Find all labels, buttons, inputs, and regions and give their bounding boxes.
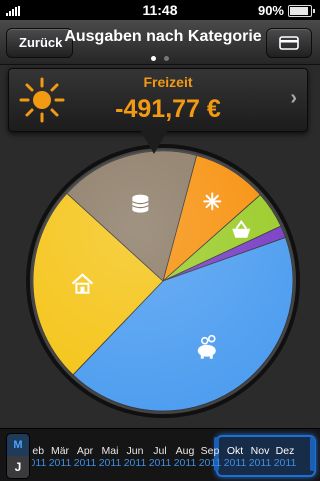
timeline-bar: M J Feb2011Mär2011Apr2011Mai2011Jun2011J… bbox=[0, 428, 320, 481]
timeline-month[interactable]: Nov 2011 bbox=[247, 445, 273, 469]
timeline-month[interactable]: Aug 2011 bbox=[172, 445, 198, 469]
month-label: Sep bbox=[200, 445, 220, 457]
timeline-month[interactable]: Jun 2011 bbox=[122, 445, 148, 469]
timeline-month[interactable]: Okt 2011 bbox=[222, 445, 248, 469]
year-label: 2011 bbox=[48, 457, 72, 469]
month-toggle[interactable]: M bbox=[7, 434, 29, 456]
month-label: Apr bbox=[76, 445, 94, 457]
month-label: Mär bbox=[50, 445, 70, 457]
timeline-month[interactable]: Jul 2011 bbox=[147, 445, 173, 469]
year-label: 2011 bbox=[73, 457, 97, 469]
year-label: 2011 bbox=[173, 457, 197, 469]
timeline-month[interactable]: Mär 2011 bbox=[47, 445, 73, 469]
year-label: 2011 bbox=[98, 457, 122, 469]
month-label: Aug bbox=[175, 445, 195, 457]
card-pointer bbox=[139, 128, 169, 154]
month-label: Jun bbox=[126, 445, 144, 457]
year-label: 2011 bbox=[248, 457, 272, 469]
coins-icon bbox=[132, 194, 149, 213]
month-timeline[interactable]: Feb2011Mär2011Apr2011Mai2011Jun2011Jul20… bbox=[32, 429, 320, 481]
month-label: Jul bbox=[153, 445, 167, 457]
period-toggle[interactable]: M J bbox=[6, 433, 30, 479]
year-label: 2011 bbox=[273, 457, 297, 469]
year-label: 2011 bbox=[223, 457, 247, 469]
month-label: Mai bbox=[101, 445, 119, 457]
category-amount: -491,77 € bbox=[115, 95, 221, 123]
timeline-month[interactable]: Feb2011 bbox=[32, 445, 48, 469]
month-label: Dez bbox=[275, 445, 295, 457]
category-name: Freizeit bbox=[143, 74, 193, 90]
sun-icon bbox=[19, 77, 65, 123]
chevron-right-icon[interactable]: › bbox=[290, 87, 297, 110]
year-label: 2011 bbox=[198, 457, 222, 469]
year-label: 2011 bbox=[32, 457, 47, 469]
month-label: Feb bbox=[32, 445, 45, 457]
timeline-month[interactable]: Mai 2011 bbox=[97, 445, 123, 469]
year-label: 2011 bbox=[123, 457, 147, 469]
timeline-month[interactable]: Dez 2011 bbox=[272, 445, 298, 469]
month-label: Okt bbox=[226, 445, 244, 457]
month-label: Nov bbox=[250, 445, 270, 457]
timeline-month[interactable]: Apr 2011 bbox=[72, 445, 98, 469]
timeline-month[interactable]: Sep 2011 bbox=[197, 445, 223, 469]
category-summary-card[interactable]: Freizeit -491,77 € › bbox=[8, 68, 308, 132]
burst-icon bbox=[203, 192, 222, 211]
range-handle-right[interactable] bbox=[310, 437, 315, 471]
year-toggle[interactable]: J bbox=[7, 456, 29, 478]
year-label: 2011 bbox=[148, 457, 172, 469]
